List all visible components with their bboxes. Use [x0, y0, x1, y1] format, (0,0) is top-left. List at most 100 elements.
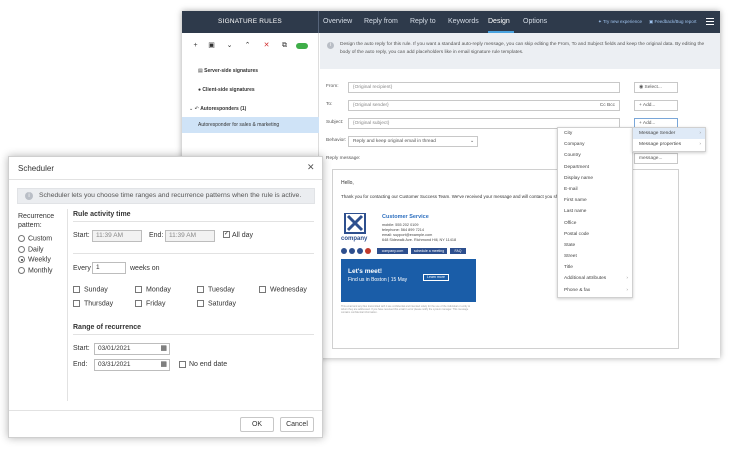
info-icon: i [25, 192, 33, 200]
placeholder-menu-item[interactable]: Last name [558, 206, 632, 217]
radio-button[interactable] [18, 256, 25, 263]
activity-divider [73, 221, 314, 222]
weekday-option[interactable]: Friday [135, 300, 165, 307]
cc-bcc-toggle[interactable]: Cc Bcc [600, 101, 615, 110]
range-start-input[interactable]: 03/01/2021 ▦ [94, 343, 170, 355]
chevron-up-icon[interactable]: ⌃ [243, 41, 252, 50]
placeholder-menu-item[interactable]: Phone & fax [558, 285, 632, 296]
logo-text: company [341, 236, 368, 242]
weekday-checkbox[interactable] [259, 286, 266, 293]
weekday-option[interactable]: Sunday [73, 286, 108, 293]
copy-icon[interactable]: ⧉ [280, 41, 289, 50]
placeholder-menu-item[interactable]: Street [558, 251, 632, 262]
range-end-input[interactable]: 03/31/2021 ▦ [94, 359, 170, 371]
placeholder-menu-item[interactable]: Additional attributes [558, 273, 632, 284]
placeholder-menu-item[interactable]: Department [558, 162, 632, 173]
end-time-input[interactable]: 11:39 AM [165, 230, 215, 242]
pattern-option[interactable]: Monthly [18, 266, 53, 274]
pattern-option[interactable]: Daily [18, 245, 44, 253]
tab-options[interactable]: Options [523, 11, 547, 33]
all-day-checkbox[interactable]: ✓ [223, 231, 230, 238]
add-template-icon[interactable]: ▣ [207, 41, 216, 50]
select-button[interactable]: ◉ Select... [634, 82, 678, 93]
message-button[interactable]: message... [634, 153, 678, 164]
radio-button[interactable] [18, 266, 25, 274]
weekday-option[interactable]: Thursday [73, 300, 113, 307]
placeholder-menu-item[interactable]: State [558, 240, 632, 251]
end-time-label: End: [149, 232, 164, 239]
weekday-option[interactable]: Saturday [197, 300, 236, 307]
footer-divider [9, 410, 322, 411]
sidebar-item-autoresponder-sales[interactable]: Autoresponder for sales & marketing [182, 117, 319, 133]
calendar-icon[interactable]: ▦ [160, 360, 167, 370]
weekday-checkbox[interactable] [135, 286, 142, 293]
tab-design[interactable]: Design [488, 11, 514, 33]
range-start-label: Start: [73, 345, 90, 352]
to-field[interactable]: {Original sender} Cc Bcc [348, 100, 620, 111]
sidebar-item-client-side[interactable]: ● Client-side signatures [182, 82, 319, 98]
add-to-button[interactable]: + Add... [634, 100, 678, 111]
placeholder-menu-item[interactable]: Title [558, 262, 632, 273]
no-end-date-checkbox[interactable] [179, 361, 186, 368]
tab-overview[interactable]: Overview [323, 11, 352, 33]
event-banner[interactable]: Let's meet! Find us in Boston | 15 May L… [341, 259, 476, 302]
sidebar-item-autoresponders[interactable]: ⌄ ↶ Autoresponders (1) [182, 101, 319, 117]
start-time-input[interactable]: 11:39 AM [92, 230, 142, 242]
placeholder-menu-item[interactable]: Country [558, 150, 632, 161]
placeholder-menu-item[interactable]: Company [558, 139, 632, 150]
weekday-checkbox[interactable] [73, 286, 80, 293]
feedback-link[interactable]: ▣ Feedback/Bug report [649, 11, 697, 33]
sidebar-item-server-side[interactable]: ▤ Server-side signatures [182, 63, 319, 79]
add-menu-item[interactable]: Message properties [633, 139, 705, 150]
add-icon[interactable]: + [191, 41, 200, 50]
weekday-option[interactable]: Monday [135, 286, 171, 293]
range-start-value: 03/01/2021 [98, 345, 131, 352]
ok-button[interactable]: OK [240, 417, 274, 432]
twitter-icon[interactable] [357, 248, 363, 254]
no-end-date-label: No end date [189, 361, 228, 368]
behavior-select[interactable]: Reply and keep original email in thread ⌄ [348, 136, 478, 147]
feedback-link-label: Feedback/Bug report [654, 19, 697, 24]
faq-link[interactable]: FAQ [450, 248, 466, 254]
cancel-button[interactable]: Cancel [280, 417, 314, 432]
every-weeks-input[interactable]: 1 [92, 262, 126, 274]
tab-keywords[interactable]: Keywords [448, 11, 479, 33]
enable-toggle[interactable] [296, 43, 308, 49]
placeholder-menu-item[interactable]: Office [558, 218, 632, 229]
chevron-down-icon: ⌄ [469, 139, 474, 144]
placeholder-menu-item[interactable]: Postal code [558, 229, 632, 240]
placeholder-menu-item[interactable]: First name [558, 195, 632, 206]
website-link[interactable]: company.com [377, 248, 408, 254]
hamburger-menu-icon[interactable] [706, 18, 714, 25]
placeholder-menu-item[interactable]: Display name [558, 173, 632, 184]
delete-icon[interactable]: ✕ [262, 41, 271, 50]
radio-button[interactable] [18, 235, 25, 242]
weekday-option[interactable]: Tuesday [197, 286, 235, 293]
youtube-icon[interactable] [365, 248, 371, 254]
weekday-checkbox[interactable] [197, 286, 204, 293]
tab-reply-to[interactable]: Reply to [410, 11, 436, 33]
pattern-option[interactable]: Custom [18, 235, 52, 242]
schedule-meeting-link[interactable]: schedule a meeting [411, 248, 447, 254]
weekday-checkbox[interactable] [73, 300, 80, 307]
add-menu-item[interactable]: Message Sender [633, 128, 705, 139]
try-new-experience-link[interactable]: ✦ Try new experience [598, 11, 642, 33]
weekday-checkbox[interactable] [135, 300, 142, 307]
tab-reply-from[interactable]: Reply from [364, 11, 398, 33]
pattern-label: Custom [28, 235, 53, 243]
facebook-icon[interactable] [341, 248, 347, 254]
radio-button[interactable] [18, 245, 25, 253]
pattern-option[interactable]: Weekly [18, 256, 51, 263]
placeholder-menu-item[interactable]: E-mail [558, 184, 632, 195]
chevron-down-icon[interactable]: ⌄ [225, 41, 234, 50]
calendar-icon[interactable]: ▦ [160, 344, 167, 354]
weekday-checkbox[interactable] [197, 300, 204, 307]
email-disclaimer: This email and any files transmitted wit… [341, 305, 471, 315]
close-icon[interactable]: ✕ [307, 162, 315, 173]
linkedin-icon[interactable] [349, 248, 355, 254]
placeholder-menu-item[interactable]: City [558, 128, 632, 139]
weekday-option[interactable]: Wednesday [259, 286, 307, 293]
every-label: Every [73, 265, 91, 272]
from-field[interactable]: {Original recipient} [348, 82, 620, 93]
client-side-label: Client-side signatures [202, 87, 255, 93]
